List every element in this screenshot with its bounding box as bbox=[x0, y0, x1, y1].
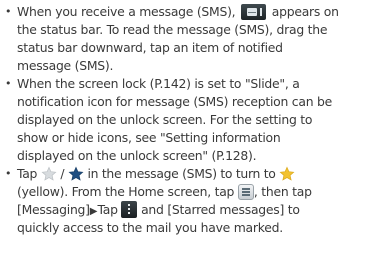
note-item: • When the screen lock (P.142) is set to… bbox=[0, 75, 380, 165]
note-line: [Messaging]▶Tap and [Starred messages] t… bbox=[17, 201, 300, 218]
note-line: displayed on the unlock screen. For the … bbox=[17, 112, 313, 127]
note-line: show or hide icons, see "Setting informa… bbox=[17, 130, 281, 145]
star-outline-icon bbox=[41, 166, 57, 182]
star-yellow-icon bbox=[279, 166, 295, 182]
bullet: • bbox=[5, 5, 12, 18]
menu-key-icon bbox=[237, 183, 254, 200]
note-line: message (SMS). bbox=[17, 58, 114, 73]
notes-list: • When you receive a message (SMS), appe… bbox=[0, 3, 380, 237]
overflow-menu-icon bbox=[121, 201, 138, 218]
note-item: • Tap / in the message (SMS) to turn to … bbox=[0, 165, 380, 237]
note-line: Tap / in the message (SMS) to turn to bbox=[17, 165, 376, 183]
star-filled-icon bbox=[68, 166, 84, 182]
bullet: • bbox=[5, 167, 12, 180]
note-line: status bar downward, tap an item of noti… bbox=[17, 40, 283, 55]
note-line: notification icon for message (SMS) rece… bbox=[17, 94, 332, 109]
bullet: • bbox=[5, 77, 12, 90]
note-line: When you receive a message (SMS), appear… bbox=[17, 3, 339, 20]
note-line: quickly access to the mail you have mark… bbox=[17, 220, 283, 235]
note-line: displayed on the unlock screen" (P.128). bbox=[17, 148, 257, 163]
message-status-icon bbox=[241, 3, 267, 20]
note-line: the status bar. To read the message (SMS… bbox=[17, 22, 328, 37]
note-item: • When you receive a message (SMS), appe… bbox=[0, 3, 380, 75]
note-line: (yellow). From the Home screen, tap , th… bbox=[17, 183, 312, 200]
note-line: When the screen lock (P.142) is set to "… bbox=[17, 76, 300, 91]
